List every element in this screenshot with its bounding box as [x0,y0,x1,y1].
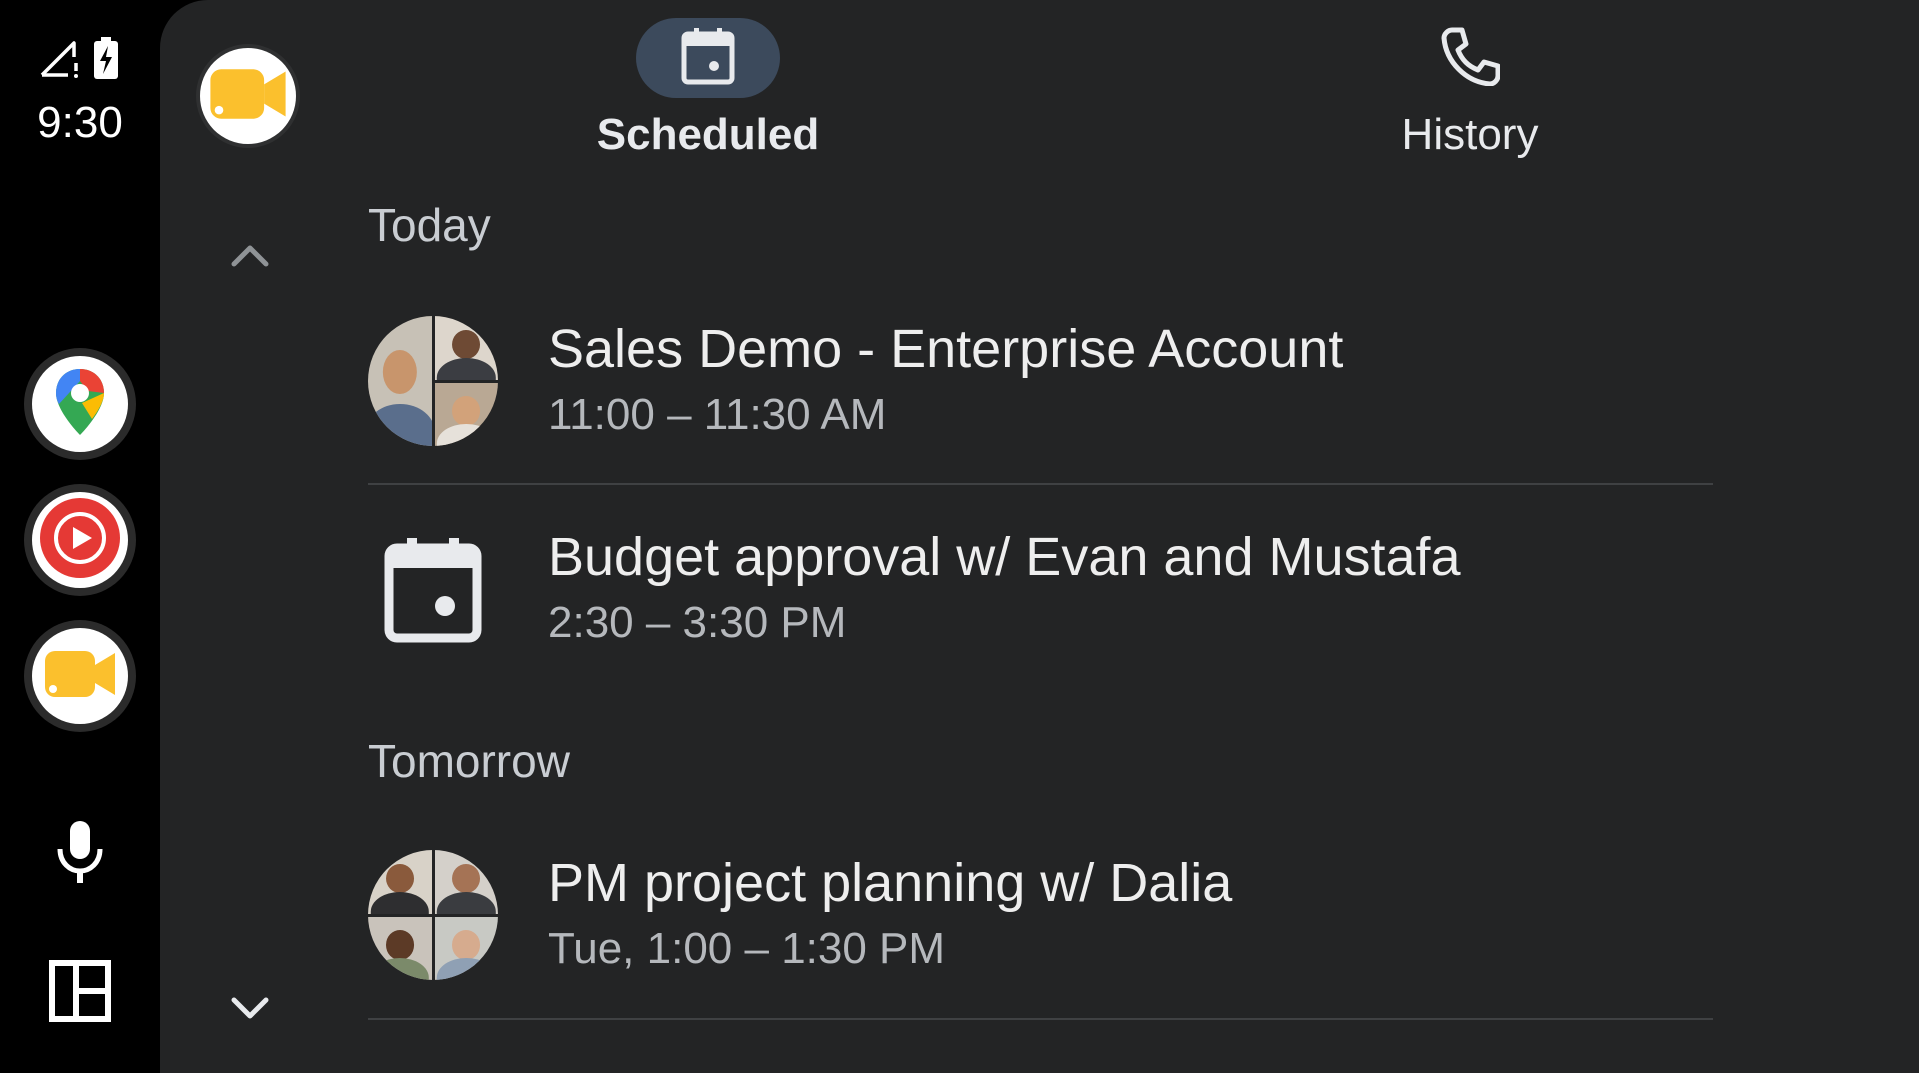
participant-photo [434,316,498,380]
signal-off-icon [38,37,80,84]
section-header-tomorrow: Tomorrow [368,735,570,787]
tab-history-pill [1398,18,1542,98]
status-icons [38,36,120,85]
tab-scheduled[interactable]: Scheduled [563,18,853,160]
system-rail: 9:30 [0,0,160,1073]
clock: 9:30 [37,98,123,147]
list-item-partial[interactable] [368,1056,1718,1073]
dashboard-layout-icon[interactable] [40,951,120,1031]
chevron-down-icon [228,994,272,1027]
participant-photo [368,916,432,980]
meeting-time: 2:30 – 3:30 PM [548,598,847,647]
participant-photo [368,316,432,446]
section-header-today: Today [368,199,491,251]
phone-icon [1440,26,1501,91]
participant-photo [434,916,498,980]
group-avatar [368,850,498,980]
meet-app-logo [196,44,300,148]
participant-photo [434,382,498,446]
meet-camera-icon [208,65,288,128]
scroll-down-button[interactable] [220,980,280,1040]
tab-scheduled-pill [636,18,780,98]
youtube-music-app-button[interactable] [24,484,136,596]
microphone-icon[interactable] [40,812,120,892]
tab-history-label: History [1401,110,1539,159]
meeting-time: 11:00 – 11:30 AM [548,390,887,439]
tab-scheduled-label: Scheduled [596,110,820,159]
list-item[interactable]: PM project planning w/ Dalia Tue, 1:00 –… [368,850,1718,1030]
battery-charging-icon [92,36,120,85]
youtube-music-icon [38,496,122,585]
meeting-title: Sales Demo - Enterprise Account [548,319,1344,379]
meet-app-button[interactable] [24,620,136,732]
participant-photo [434,850,498,914]
main-panel: Scheduled History Today Sales Demo - Ent… [160,0,1919,1073]
maps-pin-icon [52,367,108,442]
participant-photo [368,850,432,914]
chevron-up-icon [228,242,272,275]
tab-history[interactable]: History [1335,18,1605,160]
scroll-up-button[interactable] [220,228,280,288]
maps-app-button[interactable] [24,348,136,460]
meeting-title: PM project planning w/ Dalia [548,853,1233,913]
meeting-time: Tue, 1:00 – 1:30 PM [548,924,946,973]
meet-camera-icon [43,647,117,706]
calendar-icon [368,524,498,654]
divider [368,483,1713,485]
group-avatar [368,316,498,446]
calendar-icon [680,26,736,91]
divider [368,1018,1713,1020]
list-item[interactable]: Sales Demo - Enterprise Account 11:00 – … [368,316,1718,496]
list-item[interactable]: Budget approval w/ Evan and Mustafa 2:30… [368,524,1718,704]
meeting-title: Budget approval w/ Evan and Mustafa [548,527,1461,587]
